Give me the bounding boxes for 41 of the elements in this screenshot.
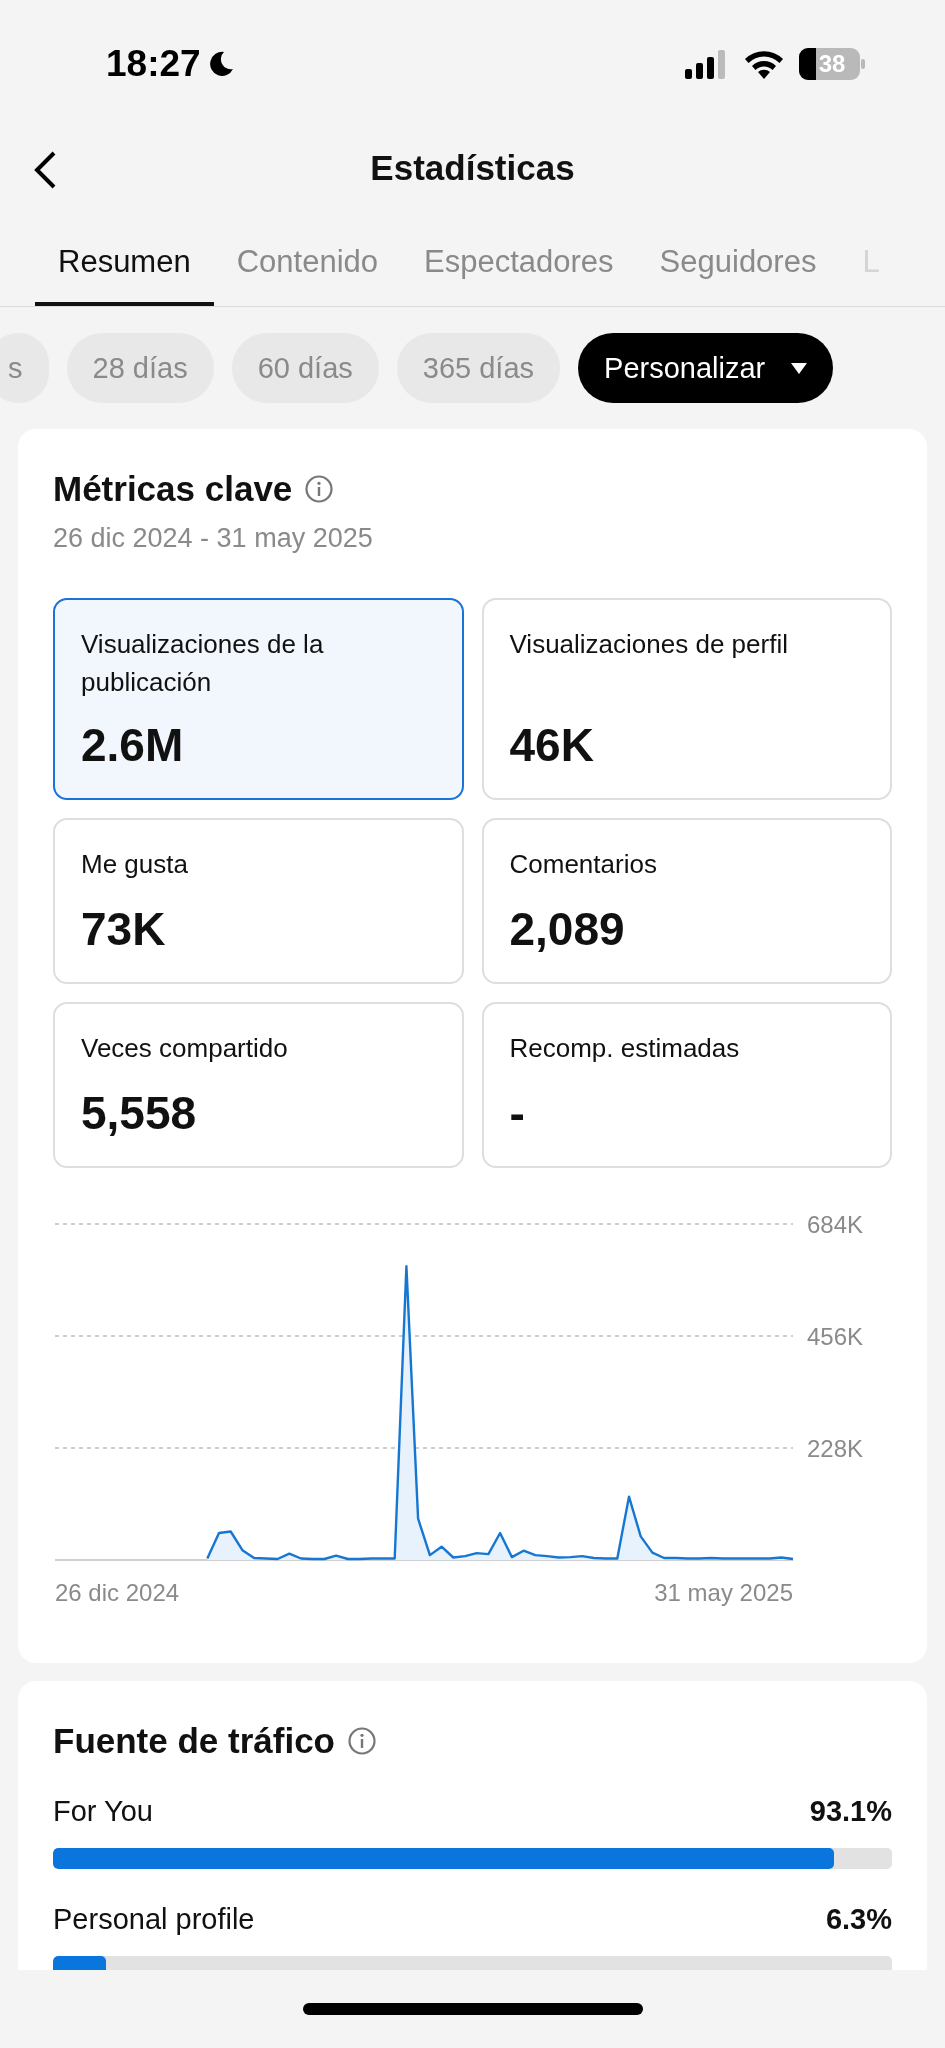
battery-level: 38 bbox=[818, 50, 846, 78]
metric-value: 5,558 bbox=[81, 1086, 198, 1140]
metric-label: Veces compartido bbox=[81, 1032, 289, 1065]
info-icon[interactable] bbox=[304, 474, 335, 504]
section-title: Fuente de tráfico bbox=[53, 1721, 335, 1761]
date-range: 26 dic 2024 - 31 may 2025 bbox=[53, 523, 374, 554]
wifi-icon bbox=[743, 49, 785, 79]
metric-label: Recomp. estimadas bbox=[509, 1032, 741, 1065]
range-chip[interactable]: Personalizar bbox=[578, 333, 834, 403]
metric-tile[interactable]: Visualizaciones de la publicación 2.6M bbox=[53, 598, 464, 800]
metric-tile[interactable]: Recomp. estimadas - bbox=[481, 1002, 892, 1168]
metric-label: Visualizaciones de la publicación bbox=[81, 628, 325, 699]
caret-icon bbox=[791, 362, 808, 374]
section-title: Métricas clave bbox=[53, 469, 293, 509]
metric-label: Me gusta bbox=[81, 848, 189, 881]
y-tick-label: 228K bbox=[807, 1435, 864, 1462]
source-name: Personal profile bbox=[53, 1903, 255, 1936]
metric-tile[interactable]: Veces compartido 5,558 bbox=[53, 1002, 464, 1168]
metric-tile[interactable]: Comentarios 2,089 bbox=[481, 818, 892, 984]
metric-value: 46K bbox=[509, 718, 595, 772]
source-percent: 6.3% bbox=[825, 1903, 892, 1936]
x-tick-label: 31 may 2025 bbox=[654, 1579, 793, 1606]
metric-value: 73K bbox=[81, 902, 167, 956]
metric-tile[interactable]: Visualizaciones de perfil 46K bbox=[481, 598, 892, 800]
source-percent: 93.1% bbox=[809, 1795, 892, 1828]
x-tick-label: 26 dic 2024 bbox=[55, 1579, 180, 1606]
battery-icon bbox=[799, 48, 865, 80]
info-icon[interactable] bbox=[347, 1726, 377, 1756]
tab[interactable]: Resumen bbox=[35, 230, 214, 306]
metric-value: 2,089 bbox=[509, 902, 626, 956]
page-title: Estadísticas bbox=[370, 148, 575, 188]
source-name: For You bbox=[53, 1795, 153, 1828]
metric-value: - bbox=[509, 1086, 526, 1140]
clock: 18:27 bbox=[106, 43, 201, 85]
metric-label: Comentarios bbox=[509, 848, 658, 881]
y-tick-label: 456K bbox=[807, 1323, 864, 1350]
metric-value: 2.6M bbox=[81, 718, 185, 772]
metric-tile[interactable]: Me gusta 73K bbox=[53, 818, 464, 984]
back-icon[interactable] bbox=[32, 150, 58, 190]
metric-label: Visualizaciones de perfil bbox=[509, 628, 789, 661]
y-tick-label: 684K bbox=[807, 1211, 864, 1238]
